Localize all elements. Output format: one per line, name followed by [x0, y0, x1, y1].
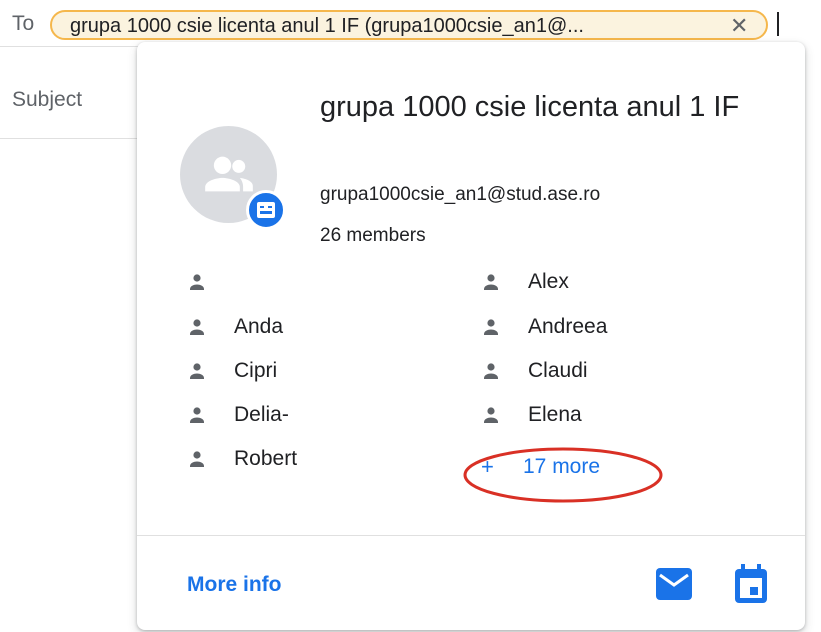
more-info-link[interactable]: More info: [187, 573, 282, 597]
person-icon: [190, 363, 204, 379]
highlight-circle: [463, 447, 663, 503]
group-name: grupa 1000 csie licenta anul 1 IF: [320, 91, 740, 123]
group-email: grupa1000csie_an1@stud.ase.ro: [320, 184, 601, 205]
person-icon: [484, 407, 498, 423]
to-field[interactable]: To grupa 1000 csie licenta anul 1 IF (gr…: [0, 0, 821, 46]
recipient-chip[interactable]: grupa 1000 csie licenta anul 1 IF (grupa…: [50, 10, 768, 40]
group-hovercard: grupa 1000 csie licenta anul 1 IF grupa1…: [137, 42, 805, 630]
member-name: Elena: [528, 403, 582, 426]
subject-divider: [0, 138, 140, 139]
person-icon: [484, 319, 498, 335]
person-icon: [190, 319, 204, 335]
member-name: Delia-: [234, 403, 289, 426]
person-icon: [484, 274, 498, 290]
person-icon: [190, 407, 204, 423]
email-icon: [656, 568, 692, 600]
text-cursor: [777, 12, 779, 36]
member-count: 26 members: [320, 225, 426, 246]
member-name: Andreea: [528, 315, 608, 338]
person-icon: [484, 363, 498, 379]
member-name: Alex: [528, 270, 569, 293]
google-group-badge-icon: [246, 190, 286, 230]
subject-field[interactable]: Subject: [12, 88, 82, 112]
schedule-event-button[interactable]: [733, 564, 769, 604]
to-label: To: [12, 12, 35, 35]
group-avatar-icon: [205, 156, 253, 192]
member-name: Anda: [234, 315, 284, 338]
member-name: Claudi: [528, 359, 588, 382]
member-name: Cipri: [234, 359, 278, 382]
send-email-button[interactable]: [656, 568, 692, 600]
person-icon: [190, 274, 204, 290]
card-divider: [137, 535, 805, 536]
recipient-chip-label: grupa 1000 csie licenta anul 1 IF (grupa…: [70, 15, 584, 37]
calendar-icon: [735, 564, 767, 603]
person-icon: [190, 451, 204, 467]
member-name: Robert: [234, 447, 298, 470]
close-icon[interactable]: ✕: [730, 13, 748, 39]
